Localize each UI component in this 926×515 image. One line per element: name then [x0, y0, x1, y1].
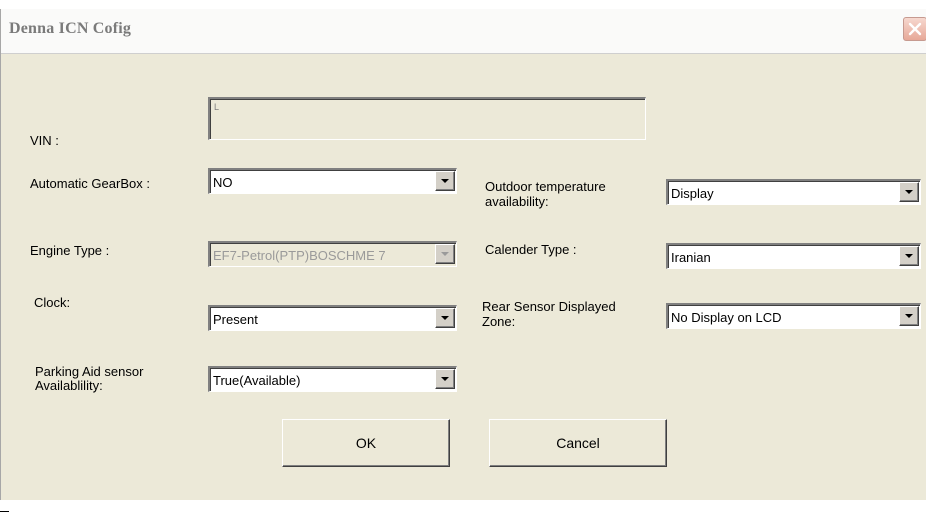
close-button[interactable]	[903, 17, 926, 41]
automatic-gearbox-value: NO	[213, 175, 233, 190]
chevron-down-icon[interactable]	[899, 306, 919, 326]
ok-button[interactable]: OK	[282, 419, 450, 467]
window-title: Denna ICN Cofig	[9, 20, 132, 37]
outdoor-temp-select[interactable]: Display	[666, 179, 921, 205]
chevron-down-icon[interactable]	[435, 171, 455, 191]
engine-type-select: EF7-Petrol(PTP)BOSCHME 7	[208, 241, 457, 267]
calender-type-select[interactable]: Iranian	[666, 243, 921, 269]
chevron-down-icon[interactable]	[899, 246, 919, 266]
outdoor-temp-label-line1: Outdoor temperature	[485, 179, 606, 194]
chevron-down-icon[interactable]	[435, 369, 455, 389]
engine-type-value: EF7-Petrol(PTP)BOSCHME 7	[213, 248, 386, 263]
rear-sensor-label-line2: Zone:	[482, 314, 516, 329]
close-icon	[908, 22, 922, 36]
rear-sensor-select[interactable]: No Display on LCD	[666, 303, 921, 329]
rear-sensor-value: No Display on LCD	[671, 310, 782, 325]
rear-sensor-label-line1: Rear Sensor Displayed	[482, 299, 616, 314]
outdoor-temp-value: Display	[671, 186, 714, 201]
vin-field[interactable]: L	[208, 97, 646, 140]
outdoor-temp-label-line2: availability:	[485, 194, 549, 209]
clock-value: Present	[213, 312, 258, 327]
automatic-gearbox-select[interactable]: NO	[208, 168, 457, 194]
vin-value: L	[214, 102, 220, 112]
title-bar[interactable]: Denna ICN Cofig	[1, 9, 926, 54]
chevron-down-icon[interactable]	[899, 182, 919, 202]
calender-type-value: Iranian	[671, 250, 711, 265]
chevron-down-icon	[435, 244, 455, 264]
corner-artifact	[0, 511, 9, 512]
engine-type-label: Engine Type :	[30, 243, 110, 258]
clock-select[interactable]: Present	[208, 305, 457, 331]
chevron-down-icon[interactable]	[435, 308, 455, 328]
parking-aid-label-line1: Parking Aid sensor	[35, 364, 144, 379]
parking-aid-value: True(Available)	[213, 373, 301, 388]
config-dialog: Denna ICN Cofig VIN : L Automatic GearBo…	[0, 9, 926, 500]
vin-label: VIN :	[30, 133, 59, 148]
parking-aid-select[interactable]: True(Available)	[208, 366, 457, 392]
calender-type-label: Calender Type :	[485, 242, 577, 257]
cancel-button[interactable]: Cancel	[489, 419, 667, 467]
automatic-gearbox-label: Automatic GearBox :	[30, 176, 150, 191]
clock-label: Clock:	[34, 295, 71, 310]
parking-aid-label-line2: Availablility:	[35, 378, 103, 393]
